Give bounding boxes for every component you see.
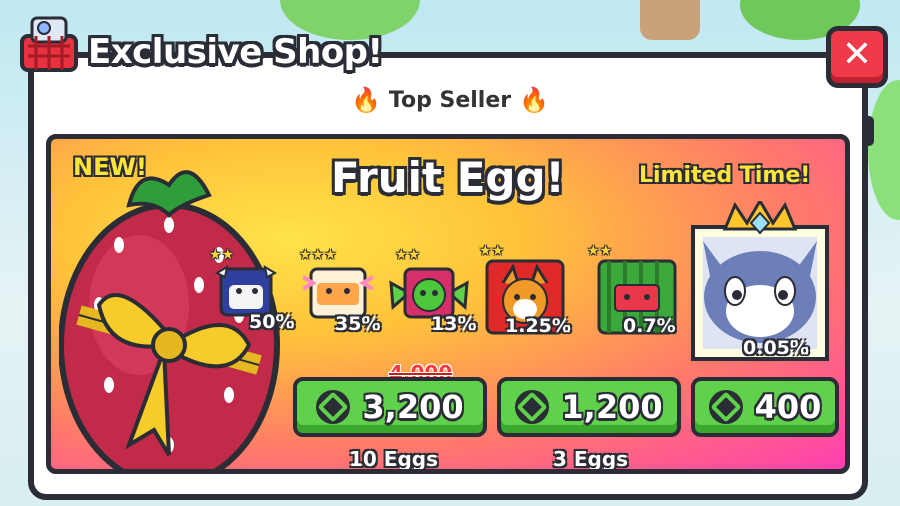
fire-icon: 🔥 [519,86,549,114]
pet-slot[interactable]: ★★ 0.7% [583,235,693,345]
price-label: 400 [754,388,822,426]
window-title: Exclusive Shop! [88,32,383,72]
buy-10-eggs-button[interactable]: 3,200 [293,377,487,437]
robux-icon [515,390,550,424]
pet-chance: 1.25% [505,315,571,337]
shopping-basket-icon [20,16,78,72]
egg-name: Fruit Egg! [331,153,565,202]
fire-icon: 🔥 [350,86,381,114]
pet-chance: 0.05% [743,337,809,359]
new-badge: NEW! [73,153,147,181]
robux-icon [316,390,351,424]
top-seller-label: Top Seller [388,87,512,113]
title-bar: Exclusive Shop! [10,4,430,84]
quantity-label: 10 Eggs [349,447,438,471]
egg-offer-card: NEW! Fruit Egg! Limited Time! ★★ 50% ★★★… [46,134,850,474]
pet-chance: 0.7% [623,315,676,337]
close-button[interactable]: ✕ [826,26,888,88]
scrollbar[interactable] [864,116,874,146]
buy-3-eggs-button[interactable]: 1,200 [497,377,681,437]
pet-chance: 13% [431,313,477,335]
pet-chance: 50% [249,311,295,333]
pet-chance: 35% [335,313,381,335]
pet-slot[interactable]: ★★ 1.25% [479,235,589,345]
quantity-label: 3 Eggs [553,447,629,471]
star-rating-icon: ★★ [395,247,421,263]
pet-slot[interactable]: ★★ 50% [209,239,299,339]
robux-icon [708,390,743,424]
buy-1-egg-button[interactable]: 400 [691,377,839,437]
price-label: 3,200 [362,388,464,426]
background-rock [640,0,700,40]
top-seller-header: 🔥 Top Seller 🔥 [330,82,570,118]
pet-slot[interactable]: ★★★ 35% [295,243,395,343]
close-icon: ✕ [841,34,873,75]
price-label: 1,200 [561,388,663,426]
pet-slot[interactable]: 0.05% [685,201,835,369]
limited-time-label: Limited Time! [639,163,811,188]
background-tree [868,80,900,220]
pet-slot[interactable]: ★★ 13% [387,241,487,341]
star-rating-icon: ★★★ [299,247,337,263]
